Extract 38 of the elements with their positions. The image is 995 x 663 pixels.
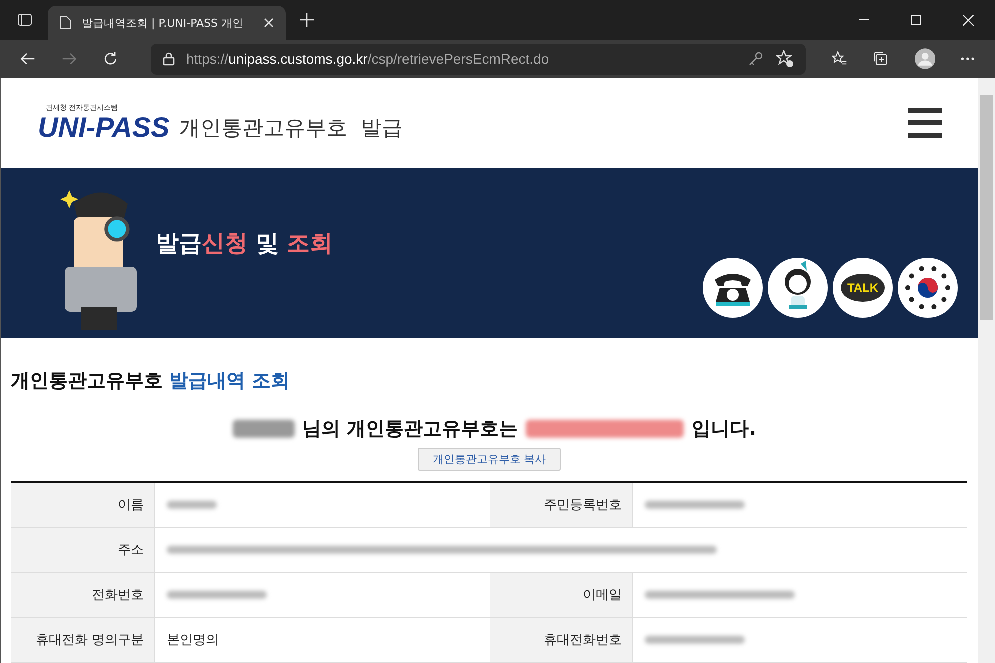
talk-button[interactable]: TALK [833, 258, 893, 318]
collections-icon[interactable] [873, 50, 888, 68]
field-label: 휴대전화 명의구분 [11, 618, 155, 662]
tab-actions-icon[interactable] [17, 12, 33, 28]
close-icon[interactable] [963, 14, 974, 26]
more-icon[interactable] [961, 57, 975, 61]
field-label: 주소 [11, 528, 155, 572]
field-label: 휴대전화번호 [490, 618, 633, 662]
address-bar[interactable]: https://unipass.customs.go.kr/csp/retrievePersEcmRect.do [150, 44, 806, 74]
scrollbar[interactable] [978, 78, 995, 663]
field-value: 본인명의 [167, 632, 219, 649]
profile-avatar-icon[interactable] [914, 47, 936, 71]
maximize-icon[interactable] [911, 15, 921, 25]
result-text: 님의 개인통관고유부호는 [302, 417, 518, 442]
telephone-icon[interactable] [703, 258, 763, 318]
new-tab-icon[interactable] [300, 13, 314, 27]
url-text: https://unipass.customs.go.kr/csp/retrievePersEcmRect.do [186, 51, 550, 67]
site-title: 개인통관고유부호 발급 [180, 115, 404, 142]
refresh-icon[interactable] [103, 50, 118, 68]
field-label: 전화번호 [11, 573, 155, 617]
copy-button[interactable]: 개인통관고유부호 복사 [418, 448, 562, 471]
field-label: 이름 [11, 483, 155, 527]
key-icon[interactable] [748, 51, 764, 67]
lock-icon [162, 52, 174, 66]
menu-icon[interactable] [908, 108, 942, 138]
browser-tab[interactable]: 발급내역조회 | P.UNI-PASS 개인 [48, 6, 286, 40]
rabbit-mascot-icon[interactable] [768, 258, 828, 318]
emblem-icon[interactable] [898, 258, 958, 318]
close-icon[interactable] [264, 18, 274, 28]
back-icon[interactable] [20, 51, 36, 67]
section-title: 개인통관고유부호 발급내역 조회 [11, 369, 292, 394]
favorite-add-icon[interactable] [776, 50, 794, 68]
page-icon [60, 16, 72, 30]
field-label: 이메일 [490, 573, 633, 617]
forward-icon[interactable] [62, 51, 77, 67]
result-text: 입니다. [692, 417, 756, 442]
field-label: 주민등록번호 [490, 483, 633, 527]
banner-headline: 발급신청 및 조회 [156, 230, 334, 258]
